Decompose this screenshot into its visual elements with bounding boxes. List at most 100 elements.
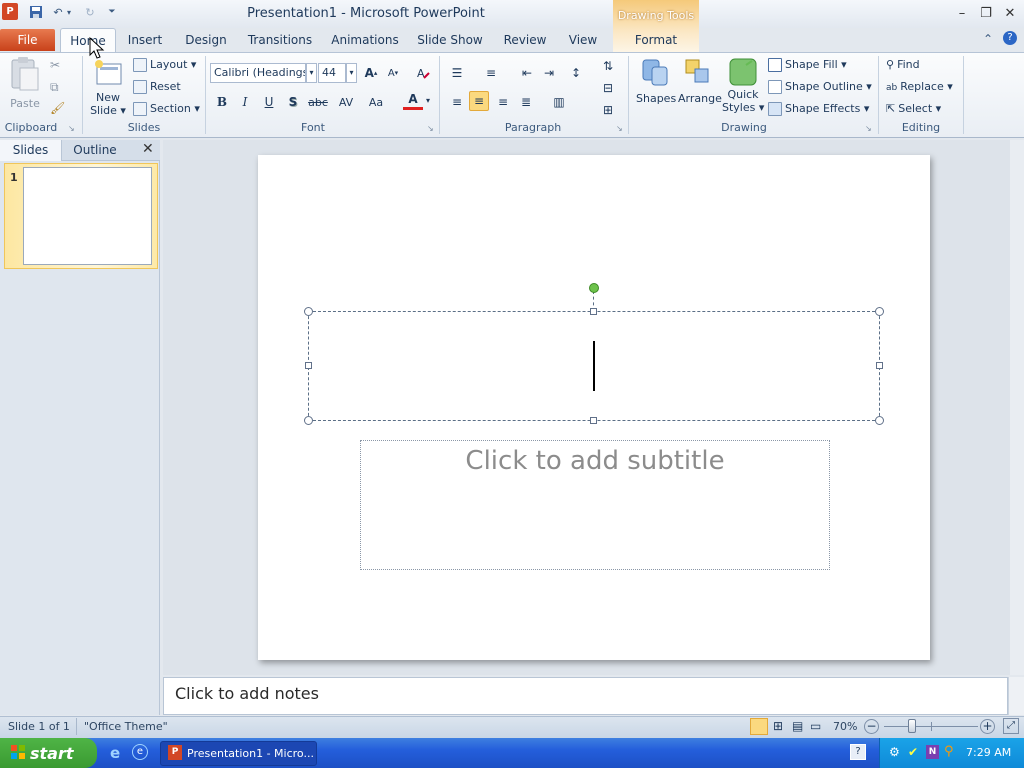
slide-thumbnail[interactable] [23, 167, 152, 265]
restore-button[interactable]: ❐ [976, 4, 996, 22]
select-button[interactable]: ⇱ Select ▾ [886, 102, 941, 115]
search-tray-icon[interactable]: ⚲ [944, 744, 954, 759]
font-color-dropdown-icon[interactable]: ▾ [426, 96, 430, 105]
text-direction-icon[interactable]: ⇅ [598, 56, 618, 76]
format-painter-icon[interactable]: 🖌 [50, 101, 65, 115]
quick-launch-icon[interactable]: e [132, 744, 148, 760]
tab-slides[interactable]: Slides [0, 140, 62, 161]
columns-icon[interactable]: ▥ [549, 92, 569, 112]
cut-icon[interactable]: ✂ [50, 58, 60, 72]
section-button[interactable]: Section ▾ [133, 102, 200, 116]
align-left-icon[interactable]: ≡ [447, 92, 467, 112]
change-case-button[interactable]: Aa [364, 92, 388, 112]
layout-button[interactable]: Layout ▾ [133, 58, 196, 72]
shape-fill-button[interactable]: Shape Fill ▾ [768, 58, 847, 72]
font-name-combo[interactable]: Calibri (Headings [210, 63, 306, 83]
font-size-combo[interactable]: 44 [318, 63, 346, 83]
grow-font-icon[interactable]: A ▴ [361, 63, 381, 83]
tab-slide-show[interactable]: Slide Show [414, 28, 486, 52]
font-size-dropdown-icon[interactable]: ▾ [346, 63, 357, 83]
shrink-font-icon[interactable]: A ▾ [383, 63, 403, 83]
internet-explorer-icon[interactable]: e [110, 744, 120, 762]
resize-handle-n[interactable] [590, 308, 597, 315]
fit-to-window-icon[interactable]: ⤢ [1003, 718, 1019, 734]
notes-scrollbar[interactable] [1008, 677, 1024, 715]
shape-effects-button[interactable]: Shape Effects ▾ [768, 102, 869, 116]
window-title: Presentation1 - Microsoft PowerPoint [0, 6, 1024, 21]
minimize-ribbon-icon[interactable]: ⌃ [983, 32, 993, 46]
tab-file[interactable]: File [0, 29, 55, 51]
svg-text:A: A [417, 67, 425, 80]
tab-animations[interactable]: Animations [330, 28, 400, 52]
tab-view[interactable]: View [562, 28, 604, 52]
tab-review[interactable]: Review [500, 28, 550, 52]
center-align-button[interactable]: ≡ [469, 91, 489, 111]
zoom-out-icon[interactable]: − [864, 719, 879, 734]
tab-transitions[interactable]: Transitions [244, 28, 316, 52]
clipboard-launcher-icon[interactable]: ↘ [68, 124, 75, 133]
security-icon[interactable]: ✔ [908, 745, 918, 759]
convert-smartart-icon[interactable]: ⊞ [598, 100, 618, 120]
bold-button[interactable]: B [212, 92, 232, 112]
strikethrough-button[interactable]: abc [305, 92, 331, 112]
help-icon[interactable]: ? [1003, 31, 1017, 45]
arrange-button[interactable]: Arrange [678, 57, 722, 119]
copy-icon[interactable]: ⧉ [50, 80, 59, 95]
minimize-button[interactable]: – [952, 4, 972, 22]
align-text-icon[interactable]: ⊟ [598, 78, 618, 98]
network-icon[interactable]: ⚙ [889, 745, 900, 759]
decrease-indent-icon[interactable]: ⇤ [517, 63, 537, 83]
slide-sorter-icon[interactable]: ⊞ [773, 719, 783, 733]
shapes-button[interactable]: Shapes [636, 57, 676, 119]
shape-outline-button[interactable]: Shape Outline ▾ [768, 80, 872, 94]
slide-show-icon[interactable]: ▭ [810, 719, 821, 733]
align-right-icon[interactable]: ≡ [493, 92, 513, 112]
rotation-handle[interactable] [589, 283, 599, 293]
bullets-icon[interactable]: ☰ [447, 63, 467, 83]
close-pane-icon[interactable]: ✕ [142, 141, 154, 157]
font-color-button[interactable]: A [403, 90, 423, 110]
zoom-level[interactable]: 70% [833, 720, 857, 733]
zoom-slider-thumb[interactable] [908, 719, 916, 733]
resize-handle-s[interactable] [590, 417, 597, 424]
resize-handle-ne[interactable] [875, 307, 884, 316]
character-spacing-button[interactable]: AV [333, 92, 359, 112]
increase-indent-icon[interactable]: ⇥ [539, 63, 559, 83]
resize-handle-se[interactable] [875, 416, 884, 425]
help-tray-icon[interactable]: ? [850, 744, 866, 760]
italic-button[interactable]: I [235, 92, 255, 112]
quick-styles-button[interactable]: Quick Styles ▾ [722, 57, 764, 121]
font-launcher-icon[interactable]: ↘ [427, 124, 434, 133]
resize-handle-sw[interactable] [304, 416, 313, 425]
resize-handle-e[interactable] [876, 362, 883, 369]
resize-handle-w[interactable] [305, 362, 312, 369]
normal-view-icon[interactable] [750, 718, 768, 735]
new-slide-button[interactable]: New Slide ▾ [88, 58, 128, 120]
tab-design[interactable]: Design [180, 28, 232, 52]
paragraph-launcher-icon[interactable]: ↘ [616, 124, 623, 133]
justify-icon[interactable]: ≣ [516, 92, 536, 112]
resize-handle-nw[interactable] [304, 307, 313, 316]
numbering-icon[interactable]: ≡ [481, 63, 501, 83]
drawing-launcher-icon[interactable]: ↘ [865, 124, 872, 133]
underline-button[interactable]: U [259, 92, 279, 112]
text-cursor [593, 341, 595, 391]
new-slide-label-2: Slide ▾ [90, 104, 126, 117]
close-button[interactable]: ✕ [1000, 4, 1020, 22]
tab-format[interactable]: Format [626, 28, 686, 52]
find-button[interactable]: ⚲ Find [886, 58, 920, 71]
font-name-dropdown-icon[interactable]: ▾ [306, 63, 317, 83]
replace-button[interactable]: ab Replace ▾ [886, 80, 953, 93]
tab-insert[interactable]: Insert [122, 28, 168, 52]
text-shadow-button[interactable]: S [283, 92, 303, 112]
reading-view-icon[interactable]: ▤ [792, 719, 803, 733]
onenote-icon[interactable]: N [926, 745, 939, 759]
paste-button[interactable]: Paste [6, 56, 44, 116]
reset-button[interactable]: Reset [133, 80, 181, 94]
zoom-in-icon[interactable]: + [980, 719, 995, 734]
line-spacing-icon[interactable]: ↕ [566, 63, 586, 83]
slide-scrollbar[interactable] [1010, 140, 1024, 675]
tab-outline[interactable]: Outline [64, 140, 126, 161]
taskbar-item-powerpoint[interactable]: Presentation1 - Micro... [160, 741, 317, 766]
clear-formatting-icon[interactable]: A [413, 63, 433, 83]
